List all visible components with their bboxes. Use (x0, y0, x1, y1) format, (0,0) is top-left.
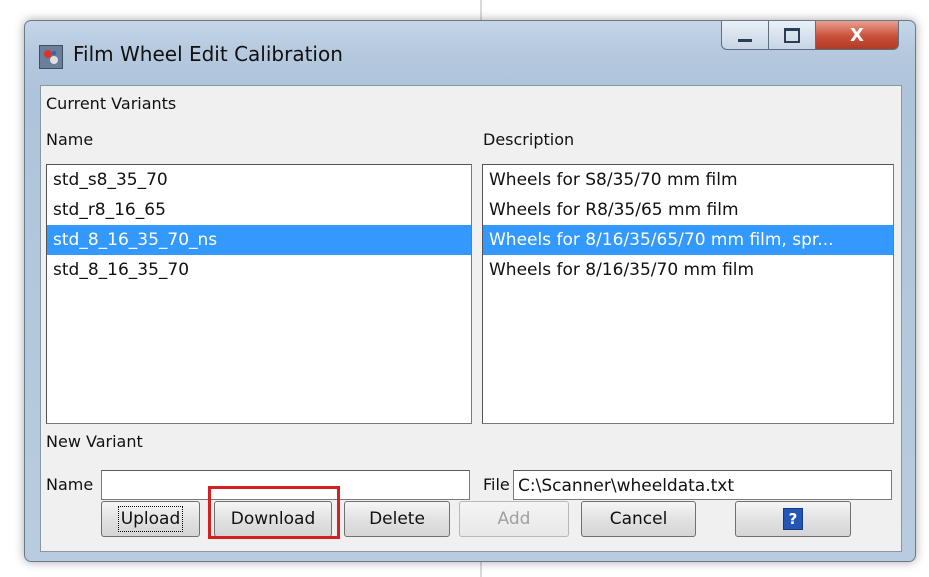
app-icon (39, 45, 63, 69)
add-button-label: Add (497, 509, 531, 529)
delete-button[interactable]: Delete (344, 501, 450, 537)
help-button[interactable]: ? (735, 501, 851, 537)
close-button[interactable]: X (816, 21, 899, 50)
variant-description-list[interactable]: Wheels for S8/35/70 mm film Wheels for R… (482, 164, 894, 424)
list-item-selected[interactable]: std_8_16_35_70_ns (47, 225, 471, 255)
current-variants-heading: Current Variants (46, 94, 177, 113)
list-item[interactable]: std_r8_16_65 (47, 195, 471, 225)
upload-button-label: Upload (117, 506, 184, 532)
add-button[interactable]: Add (459, 501, 569, 537)
window-controls: X (721, 21, 899, 50)
maximize-icon (784, 27, 800, 43)
dialog-window: Film Wheel Edit Calibration X Current Va… (24, 20, 916, 562)
delete-button-label: Delete (369, 509, 425, 529)
description-column-header: Description (483, 130, 575, 149)
maximize-button[interactable] (769, 21, 816, 50)
variant-name-list[interactable]: std_s8_35_70 std_r8_16_65 std_8_16_35_70… (46, 164, 472, 424)
list-item[interactable]: Wheels for R8/35/65 mm film (483, 195, 893, 225)
list-item[interactable]: Wheels for S8/35/70 mm film (483, 165, 893, 195)
upload-button[interactable]: Upload (101, 501, 200, 537)
help-icon: ? (783, 508, 803, 530)
list-item[interactable]: std_8_16_35_70 (47, 255, 471, 285)
file-path-input[interactable]: C:\Scanner\wheeldata.txt (513, 470, 892, 500)
new-name-label: Name (46, 475, 94, 494)
minimize-button[interactable] (721, 21, 769, 50)
list-item[interactable]: Wheels for 8/16/35/70 mm film (483, 255, 893, 285)
minimize-icon (738, 38, 752, 42)
title-bar[interactable]: Film Wheel Edit Calibration X (25, 21, 915, 85)
list-item-selected[interactable]: Wheels for 8/16/35/65/70 mm film, spr... (483, 225, 893, 255)
cancel-button[interactable]: Cancel (581, 501, 696, 537)
new-variant-heading: New Variant (46, 432, 143, 451)
close-icon: X (850, 24, 864, 46)
download-highlight-annotation (208, 486, 340, 539)
name-column-header: Name (46, 130, 94, 149)
list-item[interactable]: std_s8_35_70 (47, 165, 471, 195)
dialog-client-area: Current Variants Name Description std_s8… (40, 85, 902, 552)
file-label: File (483, 475, 510, 494)
window-title: Film Wheel Edit Calibration (73, 42, 343, 66)
cancel-button-label: Cancel (609, 509, 668, 529)
